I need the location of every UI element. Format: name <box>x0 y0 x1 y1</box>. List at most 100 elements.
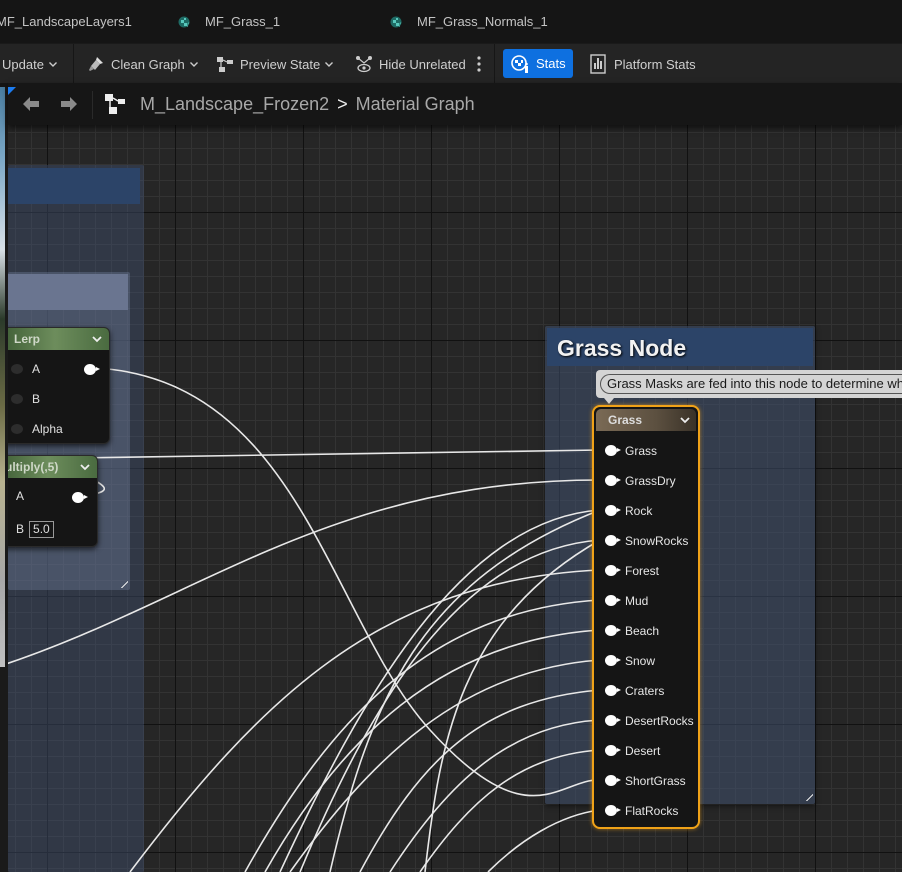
pin-label: Desert <box>625 744 661 758</box>
tab-mf-grass[interactable]: f MF_Grass_1 <box>178 0 280 43</box>
lerp-pin-b[interactable]: B <box>11 389 40 409</box>
pin-icon[interactable] <box>11 394 23 404</box>
pin-icon[interactable] <box>605 565 621 576</box>
hide-unrelated-label: Hide Unrelated <box>379 56 466 72</box>
breadcrumb-separator: > <box>337 93 348 114</box>
multiply-node[interactable]: ultiply(,5) A B 5.0 <box>0 455 98 547</box>
pin-label: Alpha <box>32 422 63 436</box>
grass-node-header[interactable]: Grass <box>596 409 696 431</box>
pin-label: SnowRocks <box>625 534 689 548</box>
pin-icon[interactable] <box>11 424 23 434</box>
multiply-pin-b[interactable]: B 5.0 <box>16 519 54 539</box>
pin-icon[interactable] <box>605 505 621 516</box>
pin-icon[interactable] <box>605 595 621 606</box>
multiply-node-header[interactable]: ultiply(,5) <box>0 456 97 478</box>
material-function-icon: f <box>390 16 402 29</box>
pin-icon[interactable] <box>605 475 621 486</box>
preview-state-label: Preview State <box>240 56 321 72</box>
pin-icon[interactable] <box>605 775 621 786</box>
tab-label: MF_LandscapeLayers1 <box>0 14 132 29</box>
grass-pin-grass[interactable]: Grass <box>594 441 698 461</box>
pin-icon[interactable] <box>605 685 621 696</box>
pin-icon[interactable] <box>11 364 23 374</box>
grass-node-title: Grass <box>608 413 643 427</box>
chevron-down-icon[interactable] <box>680 415 690 425</box>
pin-label: Mud <box>625 594 649 608</box>
brush-icon <box>89 57 103 71</box>
grass-pin-snow[interactable]: Snow <box>594 651 698 671</box>
grass-pin-flatrocks[interactable]: FlatRocks <box>594 801 698 821</box>
preview-state-button[interactable]: Preview State <box>216 44 334 84</box>
pin-label: B <box>16 522 25 536</box>
pin-icon[interactable] <box>605 715 621 726</box>
pin-icon[interactable] <box>605 445 621 456</box>
platform-stats-button[interactable]: Platform Stats <box>590 44 696 84</box>
grass-pin-desertrocks[interactable]: DesertRocks <box>594 711 698 731</box>
multiply-pin-a[interactable]: A <box>16 486 24 506</box>
svg-text:f: f <box>187 23 190 29</box>
breadcrumb-graph[interactable]: Material Graph <box>356 94 475 115</box>
viewport-preview-edge <box>0 87 5 667</box>
svg-text:f: f <box>399 23 402 29</box>
pin-label: Snow <box>625 654 656 668</box>
pin-label: A <box>32 362 41 376</box>
more-options-button[interactable] <box>476 44 482 84</box>
multiply-b-value-input[interactable]: 5.0 <box>29 520 54 538</box>
grass-pin-forest[interactable]: Forest <box>594 561 698 581</box>
multiply-output-pin[interactable] <box>72 492 88 503</box>
pin-icon[interactable] <box>605 625 621 636</box>
grass-pin-desert[interactable]: Desert <box>594 741 698 761</box>
pin-label: Rock <box>625 504 653 518</box>
lerp-pin-alpha[interactable]: Alpha <box>11 419 63 439</box>
grass-pin-rock[interactable]: Rock <box>594 501 698 521</box>
pin-label: Craters <box>625 684 665 698</box>
chevron-down-icon[interactable] <box>80 462 90 472</box>
back-arrow-icon[interactable] <box>20 93 42 115</box>
forward-arrow-icon[interactable] <box>58 93 80 115</box>
grass-output-node[interactable]: Grass Grass GrassDry Rock SnowRocks Forest Mu… <box>592 405 700 829</box>
comment-box-grass-title[interactable]: Grass Node <box>547 328 813 366</box>
grass-pin-craters[interactable]: Craters <box>594 681 698 701</box>
breadcrumb-divider <box>92 91 93 119</box>
lerp-output-pin[interactable] <box>84 364 100 375</box>
grass-pin-shortgrass[interactable]: ShortGrass <box>594 771 698 791</box>
lerp-pin-a[interactable]: A <box>11 359 40 379</box>
material-graph-icon <box>105 94 125 114</box>
platform-stats-label: Platform Stats <box>614 56 696 72</box>
pin-label: Grass <box>625 444 658 458</box>
stats-label: Stats <box>536 56 566 71</box>
pin-icon[interactable] <box>605 745 621 756</box>
grass-pin-mud[interactable]: Mud <box>594 591 698 611</box>
clean-graph-button[interactable]: Clean Graph <box>87 44 199 84</box>
lerp-node[interactable]: Lerp A B Alpha <box>0 327 110 444</box>
pin-icon[interactable] <box>605 805 621 816</box>
node-comment-text: Grass Masks are fed into this node to de… <box>600 374 902 394</box>
lerp-node-header[interactable]: Lerp <box>1 328 109 350</box>
grass-pin-grassdry[interactable]: GrassDry <box>594 471 698 491</box>
comment-box-inner-title[interactable] <box>8 274 128 310</box>
grass-pin-beach[interactable]: Beach <box>594 621 698 641</box>
active-corner-indicator <box>8 87 16 95</box>
tab-bar: MF_LandscapeLayers1 f MF_Grass_1 f MF_Gr… <box>0 0 902 43</box>
chevron-down-icon <box>48 62 57 67</box>
pin-icon[interactable] <box>605 535 621 546</box>
toolbar: Update Clean Graph Preview State Hide Un… <box>0 43 902 84</box>
update-button[interactable]: Update <box>2 44 58 84</box>
platform-stats-icon <box>590 54 606 74</box>
tab-label: MF_Grass_Normals_1 <box>417 14 548 29</box>
pin-icon[interactable] <box>605 655 621 666</box>
stats-button[interactable]: Stats <box>503 49 573 78</box>
pin-label: Forest <box>625 564 660 578</box>
breadcrumb-material[interactable]: M_Landscape_Frozen2 <box>140 94 329 115</box>
node-graph-icon <box>217 57 233 72</box>
clean-graph-label: Clean Graph <box>111 56 185 72</box>
hide-unrelated-icon <box>356 56 372 73</box>
chevron-down-icon[interactable] <box>92 334 102 344</box>
grass-pin-snowrocks[interactable]: SnowRocks <box>594 531 698 551</box>
hide-unrelated-button[interactable]: Hide Unrelated <box>355 44 466 84</box>
tab-label: MF_Grass_1 <box>205 14 281 29</box>
comment-box-left-title[interactable] <box>8 168 140 204</box>
stats-icon <box>511 54 528 73</box>
tab-mf-grass-normals[interactable]: f MF_Grass_Normals_1 <box>390 0 548 43</box>
tab-mf-landscape-layers[interactable]: MF_LandscapeLayers1 <box>0 0 132 43</box>
